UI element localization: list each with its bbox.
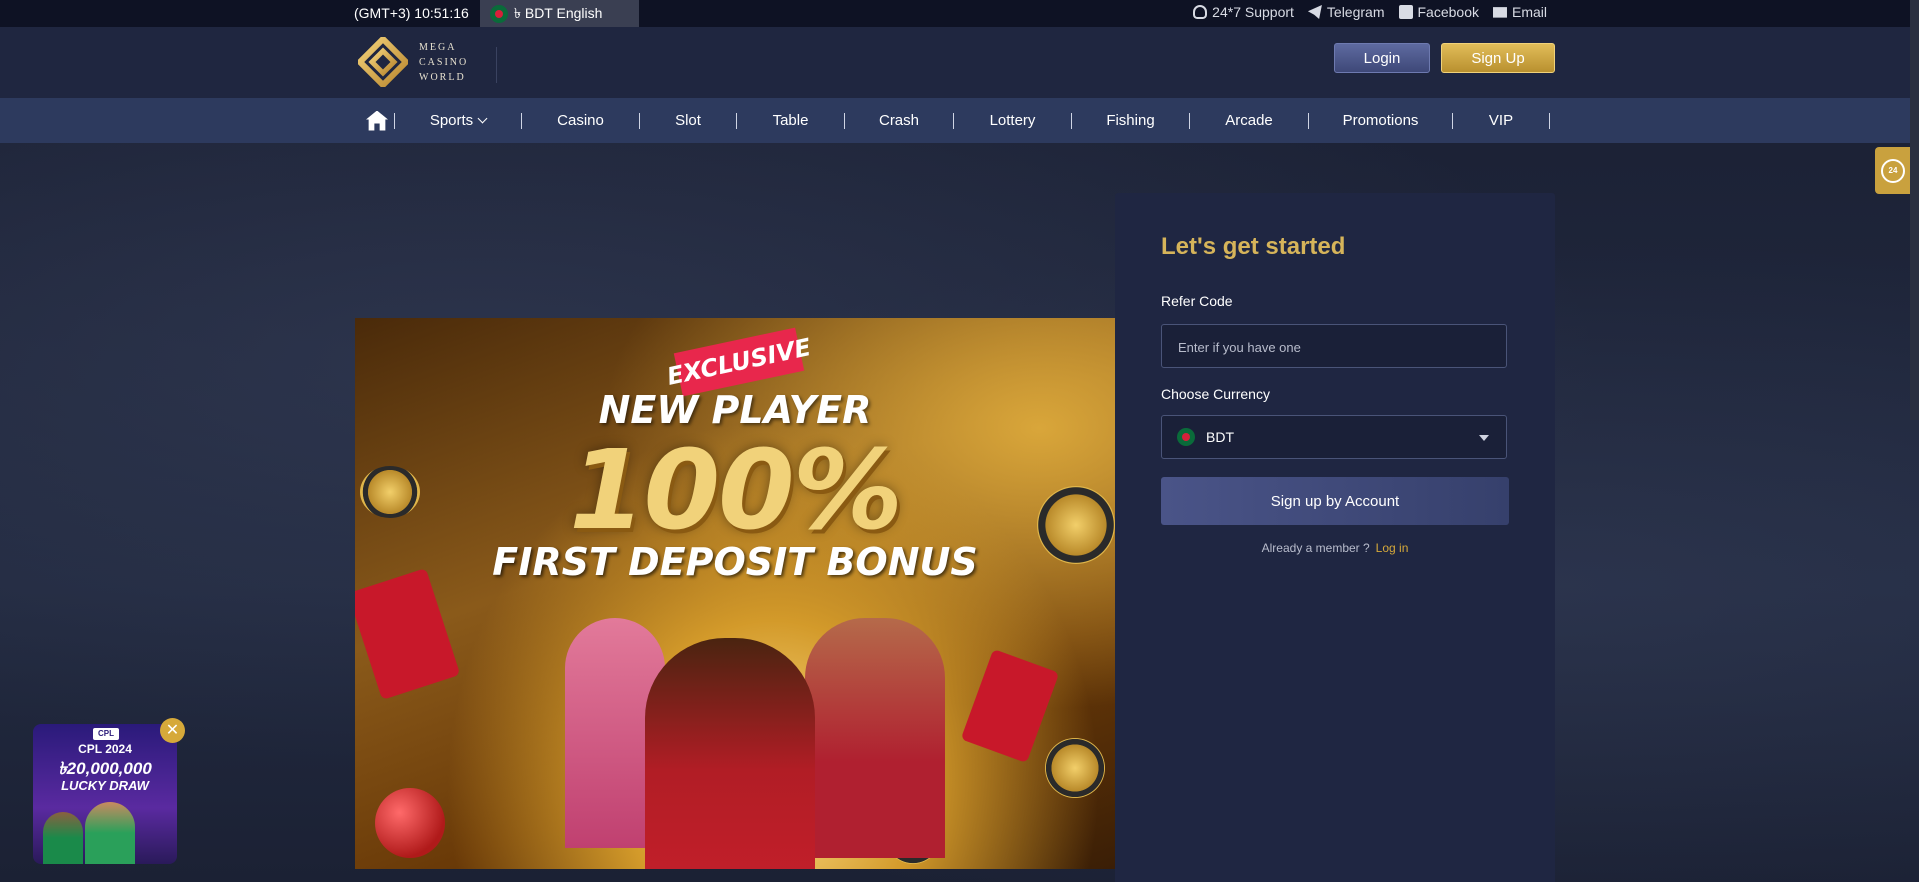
login-button[interactable]: Login (1334, 43, 1430, 73)
signup-by-account-button[interactable]: Sign up by Account (1161, 477, 1509, 525)
promo-subtitle: LUCKY DRAW (61, 778, 149, 793)
support-label: 24*7 Support (1212, 4, 1294, 20)
chevron-down-icon (477, 113, 488, 124)
facebook-link[interactable]: Facebook (1398, 4, 1479, 20)
telegram-icon (1307, 5, 1322, 19)
nav-label: Slot (675, 112, 701, 129)
nav-divider (1549, 112, 1550, 129)
logo-divider (496, 47, 497, 83)
player-image (85, 802, 135, 864)
language-label: ৳ BDT English (514, 4, 603, 21)
nav-label: Promotions (1342, 112, 1419, 129)
nav-item-crash[interactable]: Crash (845, 98, 953, 143)
promo-title: CPL 2024 (78, 742, 132, 756)
member-prompt: Already a member ? Log in (1161, 541, 1509, 555)
banner-percent: 100% (569, 426, 903, 554)
member-text: Already a member ? (1261, 541, 1370, 555)
logo-line-2: CASINO (419, 57, 469, 68)
nav-label: VIP (1488, 112, 1514, 129)
support-link[interactable]: 24*7 Support (1193, 4, 1294, 20)
email-link[interactable]: Email (1492, 4, 1547, 20)
exclusive-ribbon: EXCLUSIVE (665, 327, 813, 397)
caret-down-icon (1479, 435, 1489, 441)
logo-text: MEGA CASINO WORLD (419, 40, 468, 85)
banner-subheadline: FIRST DEPOSIT BONUS (492, 540, 978, 584)
nav-label: Sports (429, 112, 474, 129)
facebook-icon (1398, 5, 1413, 19)
playing-card-icon (960, 648, 1060, 764)
promo-banner[interactable]: EXCLUSIVE NEW PLAYER 100% FIRST DEPOSIT … (355, 318, 1115, 869)
email-label: Email (1511, 4, 1547, 20)
site-header (0, 27, 1919, 98)
nav-label: Fishing (1106, 112, 1155, 129)
logo-line-3: WORLD (419, 72, 466, 83)
nav-label: Crash (878, 112, 919, 129)
bangladesh-flag-icon (1177, 428, 1195, 446)
home-icon (366, 110, 388, 131)
nav-item-fishing[interactable]: Fishing (1072, 98, 1189, 143)
signup-panel: Let's get started Refer Code Choose Curr… (1115, 193, 1555, 882)
cricket-ball-icon (375, 788, 445, 858)
scrollbar[interactable] (1910, 0, 1919, 420)
telegram-label: Telegram (1326, 4, 1385, 20)
logo-icon[interactable] (358, 37, 408, 87)
nav-item-slot[interactable]: Slot (640, 98, 736, 143)
nav-item-lottery[interactable]: Lottery (954, 98, 1071, 143)
support-24-icon: 24 (1881, 158, 1905, 183)
nav-label: Lottery (989, 112, 1036, 129)
currency-label: Choose Currency (1161, 386, 1270, 402)
cpl-logo: CPL (93, 728, 119, 740)
main-nav: Sports Casino Slot Table Crash Lottery F… (0, 98, 1919, 143)
coin-icon (1045, 738, 1105, 798)
panel-title: Let's get started (1161, 233, 1346, 260)
nav-item-sports[interactable]: Sports (395, 98, 521, 143)
contact-links: 24*7 Support Telegram Facebook Email (1193, 4, 1547, 20)
login-link[interactable]: Log in (1376, 541, 1409, 555)
nav-item-table[interactable]: Table (737, 98, 844, 143)
currency-select[interactable]: BDT (1161, 415, 1507, 459)
clock: (GMT+3) 10:51:16 (354, 5, 469, 21)
nav-label: Casino (557, 112, 604, 129)
refer-code-field[interactable] (1161, 324, 1507, 369)
nav-item-promotions[interactable]: Promotions (1309, 98, 1452, 143)
logo-line-1: MEGA (419, 42, 457, 53)
nav-item-arcade[interactable]: Arcade (1190, 98, 1308, 143)
close-icon[interactable]: ✕ (160, 718, 185, 743)
top-bar: (GMT+3) 10:51:16 ৳ BDT English 24*7 Supp… (0, 0, 1919, 27)
support-24-button[interactable]: 24 (1875, 147, 1911, 194)
nav-label: Arcade (1225, 112, 1273, 129)
lucky-draw-widget[interactable]: CPL CPL 2024 ৳20,000,000 LUCKY DRAW (33, 724, 177, 864)
signup-button[interactable]: Sign Up (1441, 43, 1555, 73)
bangladesh-flag-icon (490, 4, 508, 23)
currency-value: BDT (1206, 429, 1234, 445)
nav-home[interactable] (360, 98, 394, 143)
headset-icon (1193, 5, 1208, 19)
playing-card-icon (355, 568, 461, 700)
email-icon (1492, 7, 1507, 18)
nav-item-vip[interactable]: VIP (1453, 98, 1549, 143)
refer-code-input[interactable] (1162, 325, 1480, 369)
telegram-link[interactable]: Telegram (1307, 4, 1385, 20)
player-image (43, 812, 83, 864)
language-selector[interactable]: ৳ BDT English (480, 0, 639, 27)
facebook-label: Facebook (1417, 4, 1479, 20)
character-image (805, 618, 945, 858)
nav-item-casino[interactable]: Casino (522, 98, 639, 143)
refer-code-label: Refer Code (1161, 293, 1233, 309)
model-image (645, 638, 815, 869)
nav-label: Table (772, 112, 809, 129)
